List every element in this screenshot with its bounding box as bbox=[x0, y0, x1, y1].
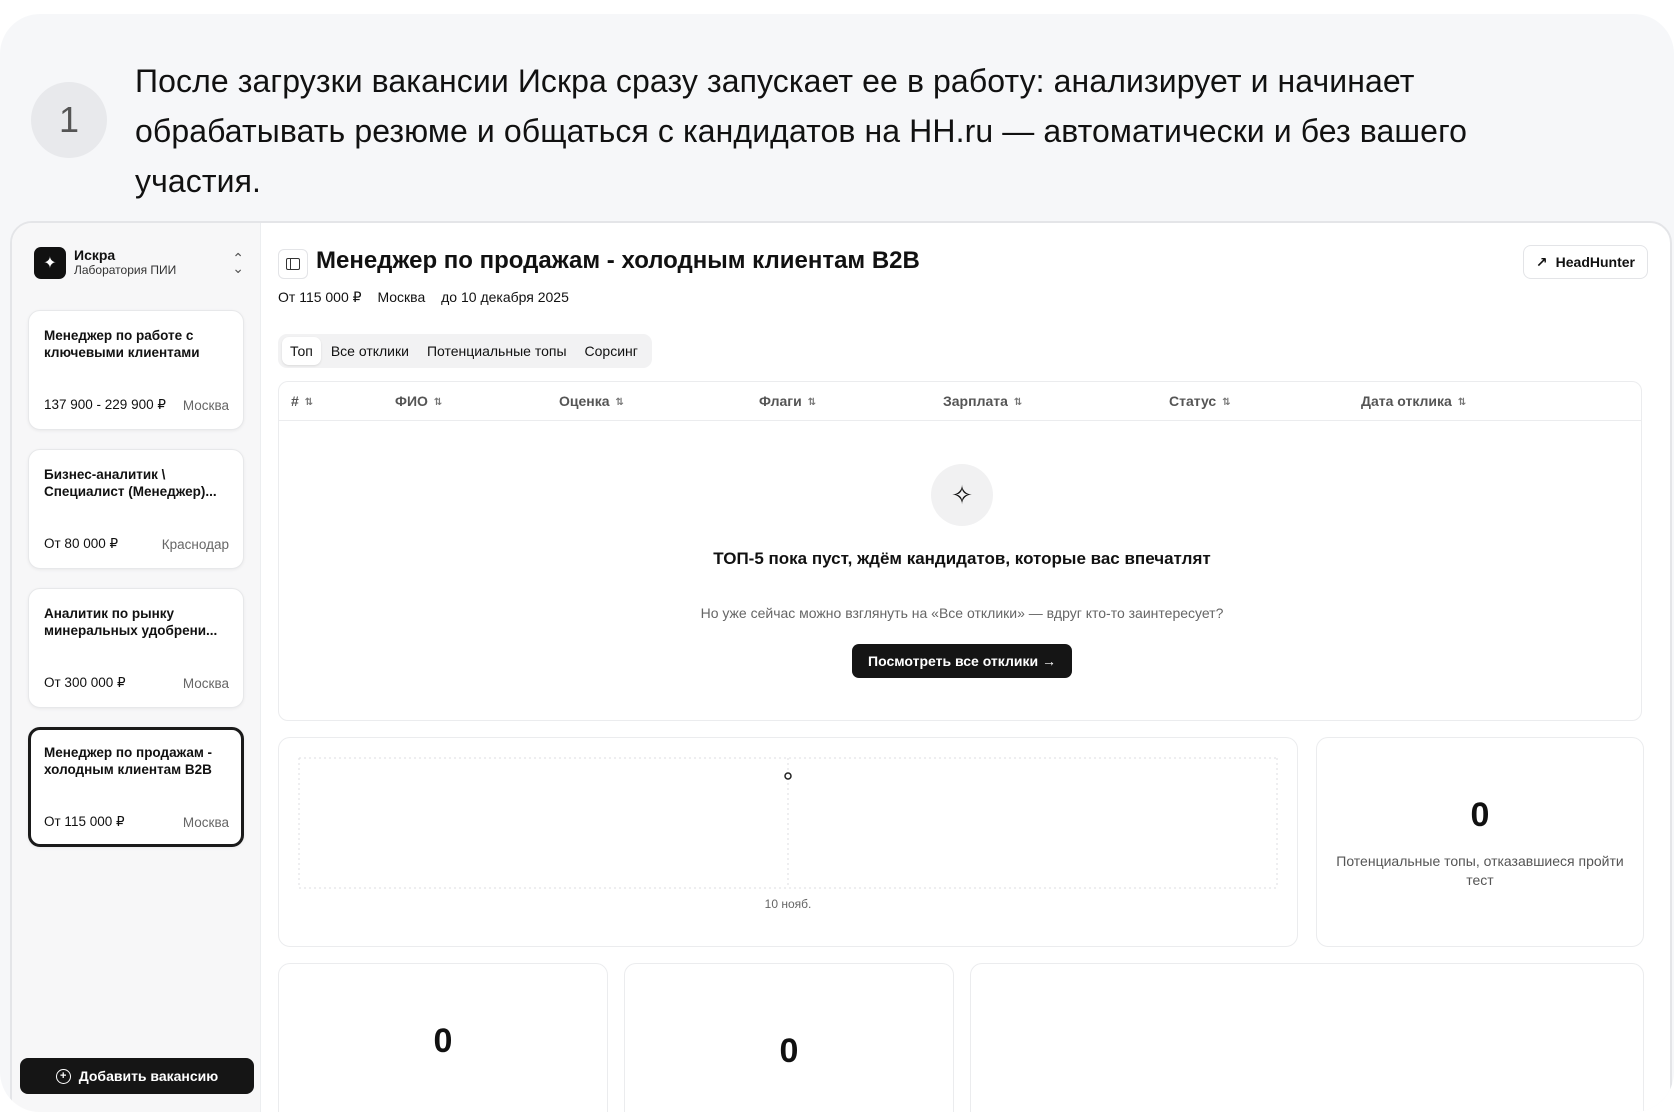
main-content: Менеджер по продажам - холодным клиентам… bbox=[260, 223, 1670, 1112]
column-salary[interactable]: Зарплата ⇅ bbox=[943, 382, 1022, 420]
table-header: # ⇅ ФИО ⇅ Оценка ⇅ Флаги ⇅ Зарплата ⇅ Статус ⇅… bbox=[279, 382, 1641, 421]
sidebar: ✦ Искра Лаборатория ПИИ ⌃ ⌄ Менеджер по р… bbox=[12, 223, 261, 1112]
tab-all-responses[interactable]: Все отклики bbox=[323, 337, 417, 365]
sort-icon: ⇅ bbox=[304, 397, 314, 408]
tab-sourcing[interactable]: Сорсинг bbox=[577, 337, 646, 365]
vacancy-card[interactable]: Бизнес-аналитик \ Специалист (Менеджер).… bbox=[28, 449, 244, 569]
sort-icon: ⇅ bbox=[615, 397, 624, 408]
add-vacancy-button[interactable]: + Добавить вакансию bbox=[20, 1058, 254, 1094]
empty-state-subtitle: Но уже сейчас можно взглянуть на «Все от… bbox=[700, 605, 1224, 621]
vacancy-card[interactable]: Менеджер по работе с ключевыми клиентами… bbox=[28, 310, 244, 430]
vacancy-city: Москва bbox=[182, 815, 229, 830]
column-status[interactable]: Статус ⇅ bbox=[1169, 382, 1231, 420]
sort-icon: ⇅ bbox=[1222, 397, 1231, 408]
responses-chart-card: 10 нояб. bbox=[278, 737, 1298, 947]
logo-icon: ✦ bbox=[34, 247, 66, 279]
stat-value: 0 bbox=[433, 1022, 453, 1060]
tab-bar: Топ Все отклики Потенциальные топы Сорси… bbox=[278, 334, 652, 368]
vacancy-city: Москва bbox=[182, 676, 229, 691]
responses-chart: 10 нояб. bbox=[298, 757, 1278, 911]
external-link-icon: ↗ bbox=[1535, 253, 1548, 270]
column-name[interactable]: ФИО ⇅ bbox=[395, 382, 442, 420]
meta-deadline: до 10 декабря 2025 bbox=[441, 289, 569, 305]
step-card: 1 После загрузки вакансии Искра сразу за… bbox=[0, 14, 1674, 1112]
sort-icon: ⇅ bbox=[433, 397, 443, 408]
meta-salary: От 115 000 ₽ bbox=[278, 289, 362, 305]
vacancy-city: Краснодар bbox=[161, 537, 229, 552]
data-point[interactable] bbox=[784, 772, 792, 780]
stat-card-b: 0 bbox=[624, 963, 954, 1112]
sort-icon: ⇅ bbox=[1013, 397, 1023, 408]
column-response-date[interactable]: Дата отклика ⇅ bbox=[1361, 382, 1466, 420]
vacancy-title: Аналитик по рынку минеральных удобрени..… bbox=[44, 606, 218, 638]
sidebar-toggle-icon[interactable] bbox=[278, 249, 308, 279]
step-description: После загрузки вакансии Искра сразу запу… bbox=[135, 63, 1468, 199]
tab-potential-tops[interactable]: Потенциальные топы bbox=[419, 337, 575, 365]
column-flags[interactable]: Флаги ⇅ bbox=[759, 382, 816, 420]
stat-card-a: 0 bbox=[278, 963, 608, 1112]
stat-value: 0 bbox=[779, 1032, 799, 1070]
sort-icon: ⇅ bbox=[807, 397, 817, 408]
candidates-table: # ⇅ ФИО ⇅ Оценка ⇅ Флаги ⇅ Зарплата ⇅ Статус ⇅… bbox=[278, 381, 1642, 721]
vacancy-salary: От 80 000 ₽ bbox=[44, 536, 119, 551]
vacancy-city: Москва bbox=[182, 398, 229, 413]
org-subtitle: Лаборатория ПИИ bbox=[74, 263, 177, 277]
stat-value: 0 bbox=[1470, 796, 1490, 834]
vacancy-salary: От 115 000 ₽ bbox=[44, 814, 125, 829]
stat-label: Потенциальные топы, отказавшиеся пройти … bbox=[1336, 853, 1624, 888]
vacancy-salary: 137 900 - 229 900 ₽ bbox=[44, 397, 166, 412]
vacancy-card-active[interactable]: Менеджер по продажам - холодным клиентам… bbox=[28, 727, 244, 847]
add-vacancy-label: Добавить вакансию bbox=[78, 1068, 219, 1084]
stat-card-potential-refused: 0 Потенциальные топы, отказавшиеся пройт… bbox=[1316, 737, 1644, 947]
vacancy-title: Бизнес-аналитик \ Специалист (Менеджер).… bbox=[44, 467, 217, 499]
column-number[interactable]: # ⇅ bbox=[291, 382, 313, 420]
step-number: 1 bbox=[31, 82, 107, 158]
plus-circle-icon: + bbox=[55, 1068, 71, 1084]
x-tick-label: 10 нояб. bbox=[765, 897, 812, 911]
meta-city: Москва bbox=[377, 289, 426, 305]
vacancy-meta: От 115 000 ₽ Москва до 10 декабря 2025 bbox=[278, 289, 581, 306]
vacancy-card[interactable]: Аналитик по рынку минеральных удобрени..… bbox=[28, 588, 244, 708]
column-score[interactable]: Оценка ⇅ bbox=[559, 382, 624, 420]
app-screenshot: ✦ Искра Лаборатория ПИИ ⌃ ⌄ Менеджер по р… bbox=[10, 221, 1672, 1112]
sparkles-icon: ✧ bbox=[931, 464, 993, 526]
sort-icon: ⇅ bbox=[1457, 397, 1467, 408]
view-all-responses-button[interactable]: Посмотреть все отклики → bbox=[852, 644, 1072, 678]
headhunter-button[interactable]: ↗ HeadHunter bbox=[1522, 245, 1648, 279]
tab-top[interactable]: Топ bbox=[282, 337, 321, 365]
headhunter-label: HeadHunter bbox=[1555, 254, 1635, 270]
page-title: Менеджер по продажам - холодным клиентам… bbox=[316, 247, 920, 274]
org-name: Искра bbox=[74, 247, 116, 263]
empty-state-title: ТОП-5 пока пуст, ждём кандидатов, которы… bbox=[713, 549, 1211, 568]
vacancy-salary: От 300 000 ₽ bbox=[44, 675, 126, 690]
stat-card-c bbox=[970, 963, 1644, 1112]
chevron-updown-icon[interactable]: ⌃ ⌄ bbox=[232, 251, 244, 275]
vacancy-title: Менеджер по продажам - холодным клиентам… bbox=[44, 745, 213, 777]
vacancy-title: Менеджер по работе с ключевыми клиентами bbox=[44, 328, 200, 360]
org-switcher[interactable]: ✦ Искра Лаборатория ПИИ ⌃ ⌄ bbox=[34, 245, 244, 281]
